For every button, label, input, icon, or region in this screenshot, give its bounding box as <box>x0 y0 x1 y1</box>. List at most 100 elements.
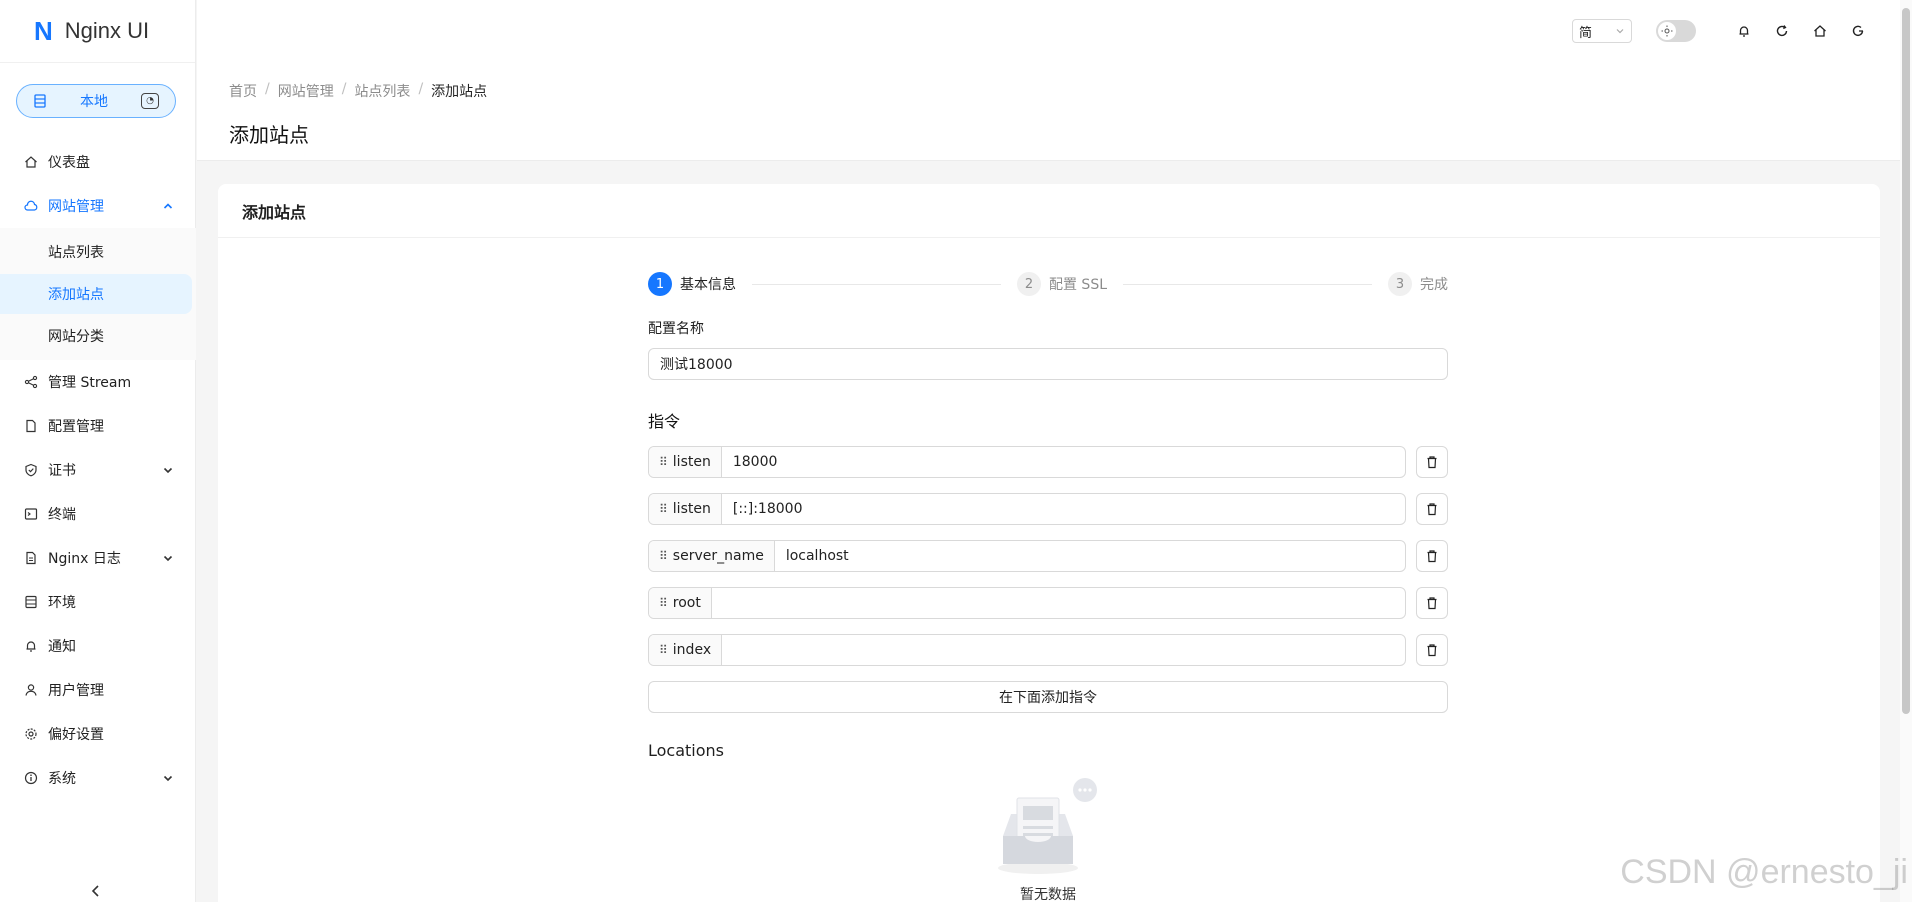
step-finish: 3 完成 <box>1388 272 1448 296</box>
directive-input-group: ⠿ root <box>648 587 1406 619</box>
server-icon <box>34 94 46 108</box>
language-select[interactable]: 简 <box>1572 19 1632 43</box>
collapse-sidebar-icon[interactable] <box>90 884 102 898</box>
sidebar-item-label: 管理 Stream <box>48 375 132 391</box>
delete-directive-button[interactable] <box>1416 493 1448 525</box>
dashboard-gauge-icon[interactable]: ◔ <box>141 93 159 109</box>
directive-value-input[interactable] <box>722 635 1405 665</box>
empty-text: 暂无数据 <box>1020 887 1076 902</box>
directive-value-input[interactable]: 18000 <box>722 447 1405 477</box>
directive-value-input[interactable]: [::]:18000 <box>722 494 1405 524</box>
directive-row: ⠿ index <box>648 634 1448 666</box>
drag-handle-icon[interactable]: ⠿ <box>659 596 668 610</box>
delete-directive-button[interactable] <box>1416 634 1448 666</box>
sidebar-item-label: 通知 <box>48 639 76 655</box>
directive-name-text: root <box>672 595 701 611</box>
shield-check-icon <box>25 463 37 477</box>
directive-name-text: listen <box>672 501 711 517</box>
sidebar-item-site-list[interactable]: 站点列表 <box>0 232 192 272</box>
watermark-text: CSDN @ernesto_ji <box>1620 853 1908 891</box>
page-header: 首页 / 网站管理 / 站点列表 / 添加站点 添加站点 <box>197 63 1900 161</box>
breadcrumb-site-list[interactable]: 站点列表 <box>354 81 410 101</box>
bell-icon[interactable] <box>1736 23 1752 39</box>
directive-row: ⠿ root <box>648 587 1448 619</box>
reload-icon[interactable] <box>1774 23 1790 39</box>
bell-icon <box>26 641 36 652</box>
config-name-label: 配置名称 <box>648 321 704 337</box>
directive-name: ⠿ listen <box>649 494 722 524</box>
delete-directive-button[interactable] <box>1416 587 1448 619</box>
theme-toggle[interactable] <box>1656 20 1696 42</box>
directive-row: ⠿ listen 18000 <box>648 446 1448 478</box>
sidebar-item-dashboard[interactable]: 仪表盘 <box>0 140 196 184</box>
home-icon[interactable] <box>1812 23 1828 39</box>
directive-name-text: index <box>672 642 712 658</box>
breadcrumb-separator: / <box>341 81 347 97</box>
file-icon <box>26 419 36 433</box>
breadcrumb-separator: / <box>418 81 424 97</box>
logo-icon: N <box>34 15 53 46</box>
delete-directive-button[interactable] <box>1416 540 1448 572</box>
drag-handle-icon[interactable]: ⠿ <box>659 643 668 657</box>
top-actions: 简 <box>1572 19 1866 43</box>
chevron-down-icon <box>163 775 173 782</box>
terminal-icon <box>24 508 38 520</box>
directive-input-group: ⠿ listen [::]:18000 <box>648 493 1406 525</box>
share-icon <box>24 375 38 389</box>
config-name-input[interactable]: 测试18000 <box>648 348 1448 380</box>
add-directive-button[interactable]: 在下面添加指令 <box>648 681 1448 713</box>
logout-icon[interactable] <box>1850 23 1866 39</box>
trash-icon <box>1427 503 1437 516</box>
card-title: 添加站点 <box>218 184 1880 238</box>
directive-name: ⠿ listen <box>649 447 722 477</box>
sidebar-item-label: 配置管理 <box>48 419 104 435</box>
sidebar-item-stream[interactable]: 管理 Stream <box>0 360 196 404</box>
sidebar-item-terminal[interactable]: 终端 <box>0 492 196 536</box>
breadcrumb-sites[interactable]: 网站管理 <box>278 81 334 101</box>
trash-icon <box>1427 550 1437 563</box>
directives-title: 指令 <box>648 412 681 431</box>
directive-value-input[interactable]: localhost <box>775 541 1405 571</box>
step-label: 完成 <box>1420 277 1448 293</box>
directive-input-group: ⠿ server_name localhost <box>648 540 1406 572</box>
logo[interactable]: N Nginx UI <box>0 0 195 63</box>
sidebar-item-site-category[interactable]: 网站分类 <box>0 316 192 356</box>
directive-name: ⠿ index <box>649 635 723 665</box>
directive-name-text: server_name <box>672 548 764 564</box>
drag-handle-icon[interactable]: ⠿ <box>659 502 668 516</box>
directive-value-input[interactable] <box>712 588 1405 618</box>
locations-title: Locations <box>648 741 725 760</box>
sidebar-item-label: Nginx 日志 <box>48 551 121 567</box>
chevron-down-icon <box>163 467 173 474</box>
file-text-icon <box>26 551 36 565</box>
sidebar-item-config[interactable]: 配置管理 <box>0 404 196 448</box>
drag-handle-icon[interactable]: ⠿ <box>659 549 668 563</box>
delete-directive-button[interactable] <box>1416 446 1448 478</box>
step-ssl: 2 配置 SSL <box>1016 272 1107 296</box>
scrollbar-thumb[interactable] <box>1902 8 1910 714</box>
sidebar-item-add-site[interactable]: 添加站点 <box>0 274 192 314</box>
sidebar-item-users[interactable]: 用户管理 <box>0 668 196 712</box>
sidebar-item-label: 系统 <box>48 771 76 787</box>
sidebar-item-sites[interactable]: 网站管理 <box>0 184 196 228</box>
directive-name: ⠿ server_name <box>649 541 775 571</box>
sidebar-item-nginx-log[interactable]: Nginx 日志 <box>0 536 196 580</box>
sidebar-item-certificates[interactable]: 证书 <box>0 448 196 492</box>
directive-input-group: ⠿ listen 18000 <box>648 446 1406 478</box>
sidebar-item-system[interactable]: 系统 <box>0 756 196 800</box>
breadcrumb-current: 添加站点 <box>431 84 488 100</box>
sidebar-item-notifications[interactable]: 通知 <box>0 624 196 668</box>
cloud-icon <box>24 200 38 211</box>
sidebar-item-label: 添加站点 <box>48 287 104 303</box>
page-scrollbar[interactable] <box>1900 0 1912 902</box>
page-title: 添加站点 <box>229 123 309 147</box>
drag-handle-icon[interactable]: ⠿ <box>659 455 668 469</box>
sidebar-item-label: 网站管理 <box>48 199 104 215</box>
user-icon <box>25 684 37 696</box>
sidebar-item-preferences[interactable]: 偏好设置 <box>0 712 196 756</box>
step-label: 基本信息 <box>680 277 736 293</box>
step-connector <box>1123 283 1372 285</box>
sidebar-item-environment[interactable]: 环境 <box>0 580 196 624</box>
node-selector[interactable]: 本地 ◔ <box>16 84 176 118</box>
breadcrumb-home[interactable]: 首页 <box>229 81 257 101</box>
